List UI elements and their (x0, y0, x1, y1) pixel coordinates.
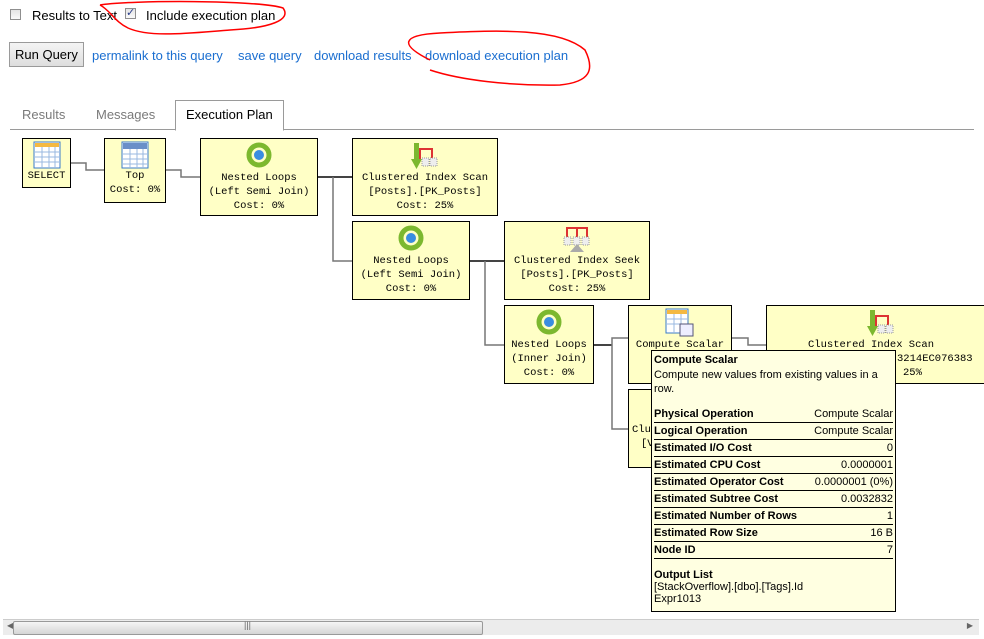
output-item: Expr1013 (654, 593, 702, 605)
node-cost: Cost: 0% (109, 184, 161, 196)
compute-scalar-icon (665, 308, 694, 337)
tooltip-property-row: Estimated Row Size 16 B (654, 525, 893, 542)
property-value: 0.0000001 (841, 459, 893, 471)
node-label: Clustered Index Seek (513, 255, 641, 267)
node-subtitle: (Left Semi Join) (208, 186, 310, 198)
node-label: Clustered Index Scan (361, 172, 489, 184)
nested-loops-icon (246, 142, 272, 168)
table-icon (121, 141, 149, 169)
operator-tooltip: Compute Scalar Compute new values from e… (651, 350, 896, 612)
plan-node-clustered-index-scan[interactable]: Clustered Index Scan [Posts].[PK_Posts] Co… (352, 138, 498, 216)
property-value: 1 (886, 510, 893, 522)
property-name: Logical Operation (654, 425, 748, 437)
nested-loops-icon (536, 309, 562, 335)
tooltip-property-row: Estimated Operator Cost 0.0000001 (0%) (654, 474, 893, 491)
node-cost: Cost: 0% (385, 283, 437, 295)
tooltip-property-row: Node ID 7 (654, 542, 893, 559)
clustered-index-seek-icon (563, 227, 590, 252)
table-icon (33, 141, 60, 169)
property-value: 0.0000001 (0%) (814, 476, 893, 488)
plan-node-select[interactable]: SELECT (22, 138, 71, 188)
horizontal-scrollbar[interactable]: ◀ ||| ▶ (3, 619, 979, 635)
node-label: Nested Loops (373, 255, 449, 267)
clustered-index-scan-icon (867, 310, 894, 336)
node-subtitle: [Posts].[PK_Posts] (368, 186, 482, 198)
node-cost: Cost: 0% (233, 200, 285, 212)
tooltip-properties: Physical Operation Compute Scalar Logical … (654, 406, 893, 559)
plan-node-top[interactable]: Top Cost: 0% (104, 138, 166, 203)
plan-node-nested-loops[interactable]: Nested Loops (Left Semi Join) Cost: 0% (352, 221, 470, 300)
node-label: Nested Loops (221, 172, 297, 184)
property-name: Estimated Row Size (654, 527, 758, 539)
property-value: 16 B (870, 527, 893, 539)
property-value: 7 (886, 544, 893, 556)
plan-node-nested-loops[interactable]: Nested Loops (Left Semi Join) Cost: 0% (200, 138, 318, 216)
clustered-index-scan-icon (411, 143, 438, 169)
node-subtitle: (Inner Join) (511, 353, 587, 365)
node-cost: Cost: 25% (396, 200, 454, 212)
property-name: Node ID (654, 544, 696, 556)
tooltip-property-row: Estimated CPU Cost 0.0000001 (654, 457, 893, 474)
property-name: Estimated Subtree Cost (654, 493, 779, 505)
node-subtitle: (Left Semi Join) (360, 269, 462, 281)
node-cost: Cost: 25% (548, 283, 606, 295)
plan-node-clustered-index-seek[interactable]: Clustered Index Seek [Posts].[PK_Posts] Co… (504, 221, 650, 300)
property-value: 0 (886, 442, 893, 454)
property-name: Estimated Number of Rows (654, 510, 798, 522)
property-value: Compute Scalar (814, 425, 893, 437)
plan-node-nested-loops[interactable]: Nested Loops (Inner Join) Cost: 0% (504, 305, 594, 384)
tooltip-title: Compute Scalar (654, 354, 738, 366)
scrollbar-thumb[interactable]: ||| (13, 620, 483, 635)
tooltip-property-row: Estimated Number of Rows 1 (654, 508, 893, 525)
output-list-title: Output List (654, 569, 713, 581)
node-label: Top (125, 170, 145, 182)
property-value: 0.0032832 (841, 493, 893, 505)
tooltip-property-row: Physical Operation Compute Scalar (654, 406, 893, 423)
tooltip-description: Compute new values from existing values … (654, 369, 878, 395)
nested-loops-icon (398, 225, 424, 251)
node-label: Nested Loops (511, 339, 587, 351)
property-name: Estimated Operator Cost (654, 476, 784, 488)
node-subtitle: [Posts].[PK_Posts] (520, 269, 634, 281)
property-name: Estimated I/O Cost (654, 442, 752, 454)
tooltip-property-row: Logical Operation Compute Scalar (654, 423, 893, 440)
property-name: Estimated CPU Cost (654, 459, 761, 471)
tooltip-property-row: Estimated I/O Cost 0 (654, 440, 893, 457)
node-label: SELECT (27, 170, 66, 182)
property-name: Physical Operation (654, 408, 754, 420)
property-value: Compute Scalar (814, 408, 893, 420)
node-cost: Cost: 0% (523, 367, 575, 379)
tooltip-property-row: Estimated Subtree Cost 0.0032832 (654, 491, 893, 508)
output-item: [StackOverflow].[dbo].[Tags].Id (654, 581, 804, 593)
grip-icon: ||| (244, 620, 252, 630)
scroll-right-arrow-icon[interactable]: ▶ (967, 621, 973, 630)
